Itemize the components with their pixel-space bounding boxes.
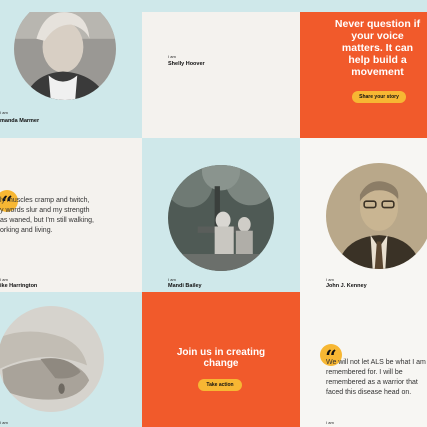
person-name: Mandi Bailey xyxy=(168,283,202,289)
mike-quote: ly muscles cramp and twitch, y words slu… xyxy=(0,197,94,234)
person-name: manda Marmer xyxy=(0,118,40,124)
cta-join-us: Join us in creating change Take action xyxy=(142,292,300,427)
story-card-mandi[interactable]: I am Mandi Bailey xyxy=(142,138,300,292)
person-name: John J. Kenney xyxy=(326,283,367,289)
hands-photo xyxy=(0,306,104,412)
person-name: ike Harrington xyxy=(0,283,38,289)
cta-share-story: Never question if your voice matters. It… xyxy=(300,12,427,138)
story-card-quote-als[interactable]: “ We will not let ALS be what I am remem… xyxy=(300,292,427,427)
iam-label: I am xyxy=(0,110,8,115)
stories-grid: I am manda Marmer I am Shelly Hoover Nev… xyxy=(0,12,427,427)
iam-label: I am xyxy=(326,277,334,282)
iam-label: I am xyxy=(168,54,176,59)
john-photo xyxy=(326,163,427,269)
story-card-john[interactable]: I am John J. Kenney xyxy=(300,138,427,292)
mandi-photo xyxy=(168,165,274,271)
story-card-shelly[interactable]: I am Shelly Hoover xyxy=(142,12,300,138)
story-card-hands[interactable]: I am xyxy=(0,292,142,427)
als-quote: We will not let ALS be what I am remembe… xyxy=(326,359,426,396)
share-your-story-button[interactable]: Share your story xyxy=(352,91,406,103)
story-card-amanda[interactable]: I am manda Marmer xyxy=(0,12,142,138)
take-action-button[interactable]: Take action xyxy=(198,379,242,391)
cta-join-headline: Join us in creating change xyxy=(176,347,266,369)
story-card-mike[interactable]: “ ly muscles cramp and twitch, y words s… xyxy=(0,138,142,292)
cta-story-headline: Never question if your voice matters. It… xyxy=(334,18,421,78)
person-name: Shelly Hoover xyxy=(168,61,205,67)
iam-label: I am xyxy=(0,420,8,425)
iam-label: I am xyxy=(326,420,334,425)
iam-label: I am xyxy=(168,277,176,282)
amanda-photo xyxy=(14,12,116,100)
iam-label: I am xyxy=(0,277,8,282)
